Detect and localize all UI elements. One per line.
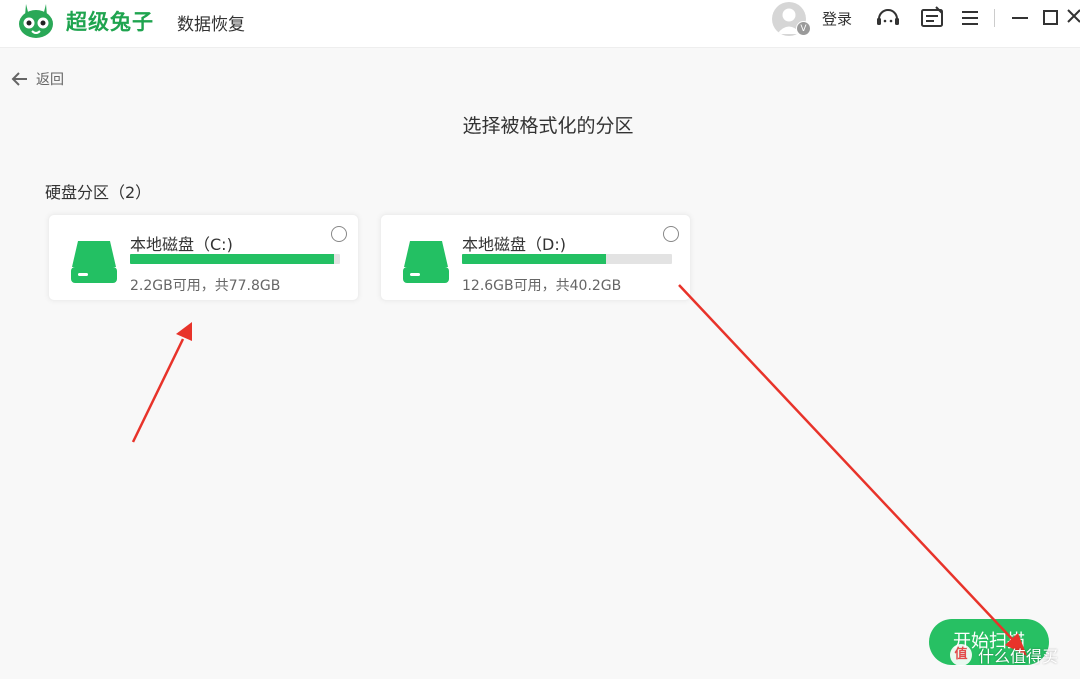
feedback-icon[interactable] [918, 4, 946, 32]
section-title: 硬盘分区（2） [45, 183, 152, 202]
menu-icon[interactable] [956, 4, 984, 32]
brand-name: 超级兔子 [66, 10, 154, 34]
usage-bar [130, 254, 340, 264]
partition-capacity: 2.2GB可用，共77.8GB [130, 278, 281, 294]
page-title: 选择被格式化的分区 [462, 115, 634, 137]
annotation-arrow-right [678, 284, 1027, 656]
partition-card-c[interactable]: 本地磁盘（C:) 2.2GB可用，共77.8GB [48, 214, 359, 301]
product-name: 数据恢复 [177, 15, 245, 35]
usage-bar-fill [130, 254, 335, 264]
partition-name: 本地磁盘（D:) [462, 235, 566, 254]
watermark: 值 什么值得买 [950, 643, 1058, 667]
title-bar: 超级兔子 数据恢复 V 登录 [0, 0, 1080, 48]
partition-card-d[interactable]: 本地磁盘（D:) 12.6GB可用，共40.2GB [380, 214, 691, 301]
title-separator [994, 9, 995, 27]
arrow-left-icon [11, 72, 27, 86]
hard-disk-icon [71, 241, 117, 283]
usage-bar-fill [462, 254, 607, 264]
partition-radio-c[interactable] [331, 226, 347, 242]
minimize-icon[interactable] [1006, 4, 1034, 32]
rabbit-logo-icon [19, 4, 53, 38]
watermark-badge: 值 [950, 644, 972, 666]
watermark-text: 什么值得买 [978, 647, 1059, 666]
maximize-icon[interactable] [1037, 4, 1065, 32]
partition-radio-d[interactable] [663, 226, 679, 242]
annotation-arrows [131, 284, 1027, 656]
partition-capacity: 12.6GB可用，共40.2GB [462, 278, 622, 294]
usage-bar [462, 254, 672, 264]
login-link[interactable]: 登录 [822, 8, 852, 29]
hard-disk-icon [403, 241, 449, 283]
back-button[interactable]: 返回 [10, 68, 64, 90]
back-label: 返回 [36, 72, 64, 88]
partition-name: 本地磁盘（C:) [130, 235, 233, 254]
annotation-arrow-left [131, 322, 192, 443]
vip-badge: V [796, 21, 811, 36]
customer-service-icon[interactable] [874, 4, 902, 32]
close-icon[interactable] [1062, 4, 1080, 32]
